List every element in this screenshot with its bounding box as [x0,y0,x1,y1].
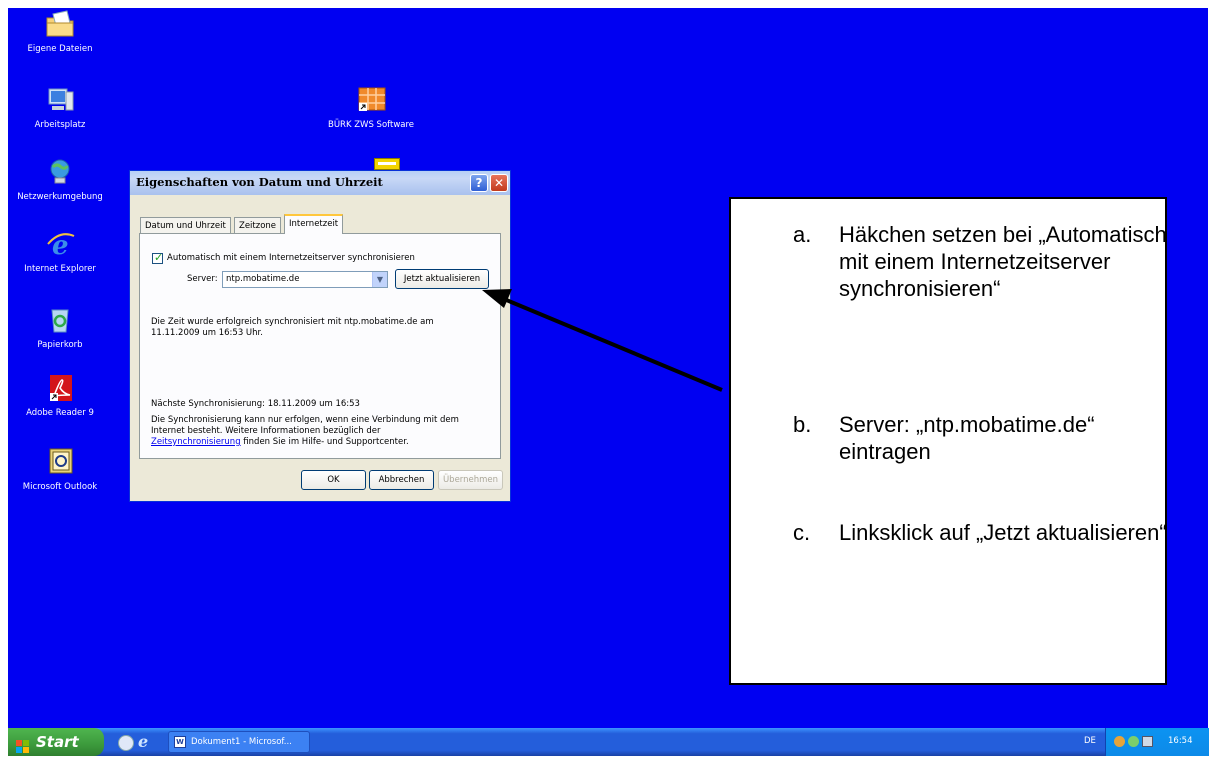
instruction-box: a. Häkchen setzen bei „Automatisch mit e… [729,197,1167,685]
tray-device-icon[interactable] [1142,736,1153,747]
system-tray: 16:54 [1105,728,1209,756]
instruction-letter: b. [793,412,812,437]
instruction-letter: a. [793,222,812,247]
taskbar: Start e W Dokument1 - Microsof... DE 16:… [8,728,1209,756]
clock[interactable]: 16:54 [1168,736,1193,746]
windows-logo-icon [16,735,30,753]
tab-internetzeit[interactable]: Internetzeit [284,214,344,234]
tray-sync-icon[interactable] [1128,736,1139,747]
tray-network-icon[interactable] [1114,736,1125,747]
taskbar-button-dokument1[interactable]: W Dokument1 - Microsof... [168,731,310,753]
word-document-icon: W [174,736,186,748]
quicklaunch-ie-icon[interactable]: e [138,732,148,751]
quicklaunch-desktop-icon[interactable] [118,735,134,751]
instruction-text: Häkchen setzen bei „Automatisch mit eine… [839,222,1167,301]
taskbar-button-label: Dokument1 - Microsof... [191,737,292,747]
start-button[interactable]: Start [8,728,104,756]
instruction-letter: c. [793,520,811,545]
instruction-text: Server: „ntp.mobatime.de“ eintragen [839,412,1095,464]
instruction-text: Linksklick auf „Jetzt aktualisieren“ [839,520,1167,545]
language-indicator[interactable]: DE [1084,736,1096,746]
start-label: Start [36,733,79,751]
desktop: Eigene Dateien Arbeitsplatz Netzwerkumge… [8,8,1208,736]
